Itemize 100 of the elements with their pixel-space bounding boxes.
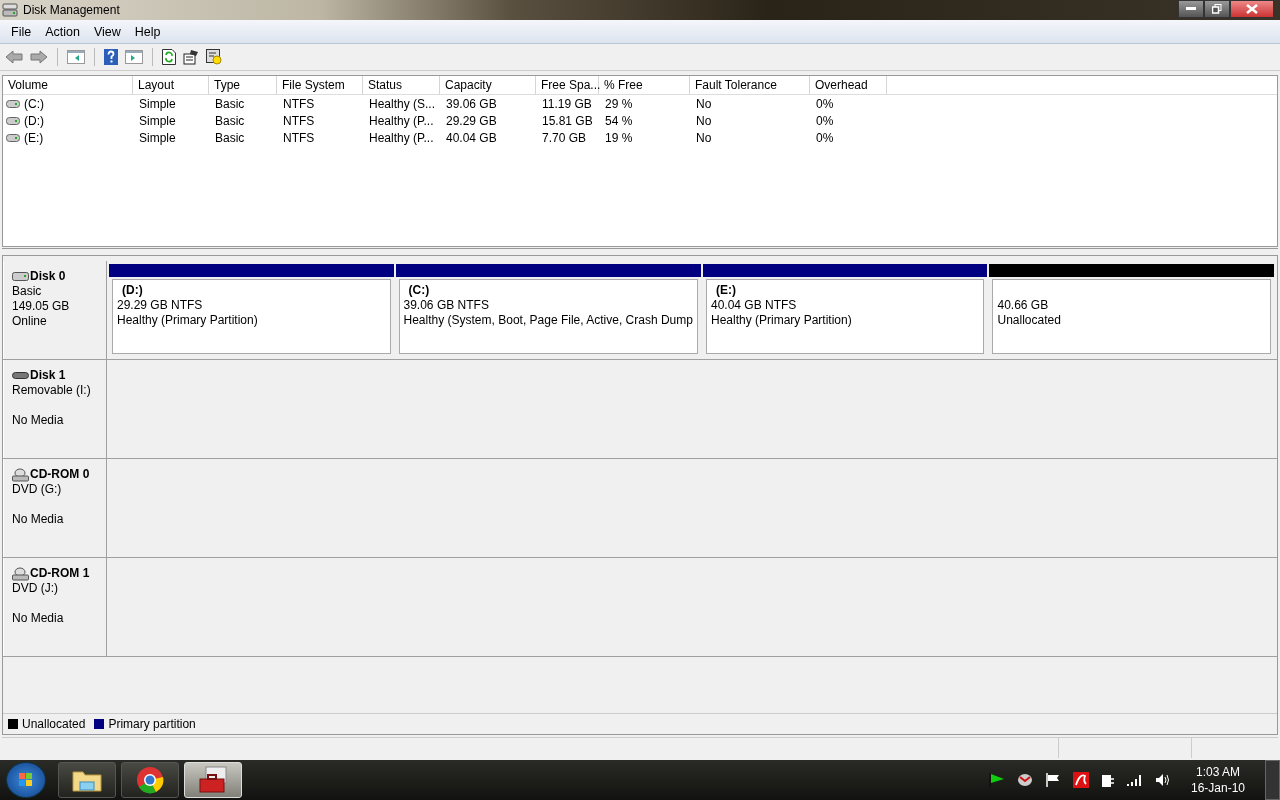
table-cell: 0% (816, 130, 834, 145)
table-cell: Basic (215, 130, 245, 145)
column-header[interactable]: Volume (3, 76, 133, 94)
table-cell: 15.81 GB (542, 113, 593, 128)
forward-button[interactable] (28, 48, 50, 66)
window-title: Disk Management (23, 3, 120, 17)
disk-name: Disk 0 (30, 269, 66, 284)
windows-logo-icon (19, 773, 33, 787)
partition-block[interactable]: (C:) 39.06 GB NTFS Healthy (System, Boot, Page File, Active, Crash Dump (395, 264, 701, 354)
column-header[interactable]: File System (277, 76, 363, 94)
table-cell: Healthy (S... (369, 96, 436, 111)
column-header[interactable]: Type (209, 76, 277, 94)
disk-status: No Media (12, 512, 65, 527)
help-icon (104, 49, 118, 65)
partition-size: 40.04 GB NTFS (710, 298, 798, 313)
disk-info-panel[interactable]: CD-ROM 1 DVD (J:) No Media (3, 558, 107, 656)
table-cell: Basic (215, 96, 245, 111)
column-header[interactable]: Capacity (440, 76, 536, 94)
flag-icon (1044, 773, 1061, 787)
partition-label: (C:) (407, 283, 431, 298)
partition-block[interactable]: (E:) 40.04 GB NTFS Healthy (Primary Partition) (702, 264, 988, 354)
menu-item[interactable]: View (86, 24, 128, 39)
disk-name: CD-ROM 1 (30, 566, 90, 581)
disk-type: Removable (I:) (12, 383, 92, 398)
drive-icon (6, 116, 20, 125)
taskbar-button[interactable] (121, 762, 179, 798)
column-header[interactable]: Status (363, 76, 440, 94)
menu-item[interactable]: Help (127, 24, 168, 39)
table-cell: Simple (139, 130, 176, 145)
pane-toggle-button[interactable] (65, 48, 87, 66)
partition-status: Healthy (Primary Partition) (117, 313, 259, 328)
settings-icon (206, 49, 222, 65)
refresh-button[interactable] (160, 47, 178, 67)
close-button[interactable] (1230, 0, 1274, 18)
optical-drive-icon (12, 566, 29, 581)
column-header[interactable]: Layout (133, 76, 209, 94)
removable-drive-icon (12, 372, 29, 379)
table-cell: 29 % (605, 96, 633, 111)
start-button[interactable] (6, 762, 46, 798)
toolbox-icon (198, 766, 228, 794)
partition-block[interactable]: (D:) 29.29 GB NTFS Healthy (Primary Partition) (109, 264, 394, 354)
disk-type: Basic (12, 284, 43, 299)
partition-label: (E:) (714, 283, 737, 298)
refresh-page-icon (162, 49, 176, 65)
optical-drive-icon (12, 467, 29, 482)
partition-block[interactable]: 40.66 GB Unallocated (989, 264, 1274, 354)
disk-type: DVD (J:) (12, 581, 59, 596)
round-browser-icon (136, 766, 164, 794)
table-cell: (C:) (24, 96, 44, 111)
drive-icon (6, 99, 20, 108)
clock-date: 16-Jan-10 (1190, 780, 1245, 796)
speaker-icon (1154, 773, 1171, 787)
disk-info-panel[interactable]: CD-ROM 0 DVD (G:) No Media (3, 459, 107, 557)
table-cell: 54 % (605, 113, 633, 128)
settings-button[interactable] (204, 47, 224, 67)
disk-status: No Media (12, 611, 65, 626)
signal-bars-icon (1126, 774, 1143, 786)
table-cell: (E:) (24, 130, 44, 145)
table-cell: 19 % (605, 130, 633, 145)
pane-toggle-button[interactable] (123, 48, 145, 66)
taskbar-button[interactable] (58, 762, 116, 798)
table-cell: Simple (139, 113, 176, 128)
clock-time: 1:03 AM (1194, 764, 1241, 780)
minimize-button[interactable] (1178, 0, 1204, 18)
table-cell: 0% (816, 113, 834, 128)
disk-info-panel[interactable]: Disk 1 Removable (I:) No Media (3, 360, 107, 458)
partition-status: Healthy (Primary Partition) (710, 313, 853, 328)
column-header[interactable]: Fault Tolerance (690, 76, 810, 94)
disk-drive-icon (2, 3, 18, 17)
disk-info-panel[interactable]: Disk 0 Basic 149.05 GB Online (3, 261, 107, 359)
properties-button[interactable] (181, 47, 201, 67)
back-button[interactable] (3, 48, 25, 66)
properties-icon (183, 49, 199, 65)
right-arrow-icon (30, 50, 48, 64)
menu-item[interactable]: Action (38, 24, 87, 39)
partition-size: 40.66 GB (997, 298, 1050, 313)
window-pane-icon (67, 50, 85, 64)
menu-item[interactable]: File (4, 24, 39, 39)
table-cell: NTFS (283, 96, 315, 111)
help-button[interactable] (102, 47, 120, 67)
antivirus-icon (1072, 772, 1089, 788)
column-header[interactable]: Free Spa... (536, 76, 599, 94)
table-cell: 29.29 GB (446, 113, 497, 128)
power-plug-icon (1100, 772, 1115, 788)
mail-icon (1016, 773, 1033, 787)
column-header[interactable]: Overhead (810, 76, 887, 94)
close-icon (1246, 4, 1258, 14)
table-cell: 39.06 GB (446, 96, 497, 111)
column-header[interactable]: % Free (599, 76, 690, 94)
table-cell: Healthy (P... (369, 130, 434, 145)
partition-size: 39.06 GB NTFS (403, 298, 490, 313)
table-cell: No (696, 130, 712, 145)
table-cell: 11.19 GB (542, 96, 592, 111)
table-cell: Basic (215, 113, 245, 128)
partition-label: (D:) (121, 283, 144, 298)
drive-icon (6, 133, 20, 142)
left-arrow-icon (5, 50, 23, 64)
clock[interactable]: 1:03 AM 16-Jan-10 (1182, 764, 1253, 796)
restore-button[interactable] (1204, 0, 1230, 18)
table-cell: (D:) (24, 113, 44, 128)
